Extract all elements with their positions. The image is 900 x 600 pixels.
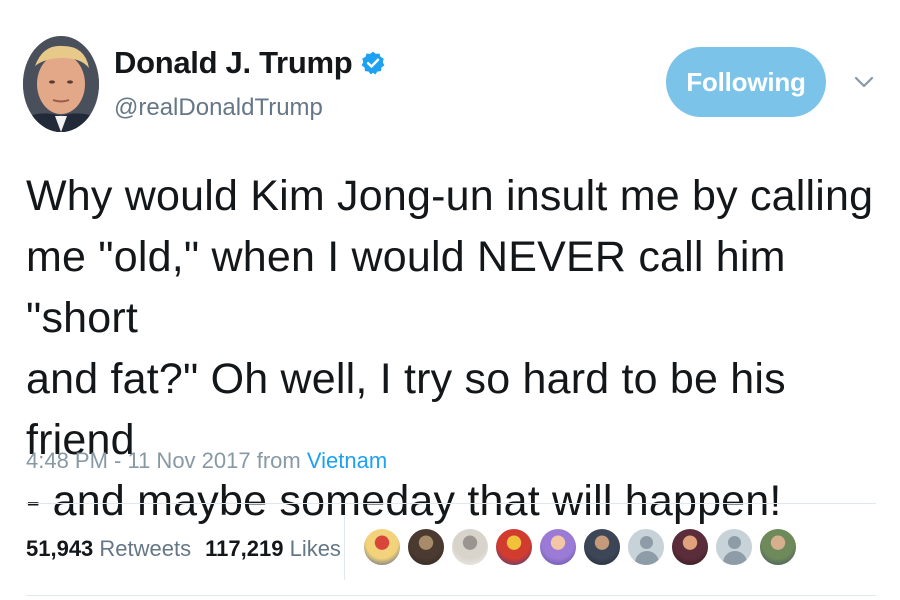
stats-separator (344, 516, 345, 580)
liker-avatar[interactable] (538, 527, 578, 567)
divider (26, 595, 876, 596)
liker-avatar[interactable] (406, 527, 446, 567)
liker-avatars (362, 527, 798, 567)
author-name[interactable]: Donald J. Trump (114, 45, 353, 81)
liker-avatar[interactable] (362, 527, 402, 567)
verified-badge-icon (360, 50, 386, 76)
retweets-stat[interactable]: 51,943 Retweets (26, 536, 191, 562)
divider (26, 503, 876, 504)
liker-avatar[interactable] (626, 527, 666, 567)
likes-stat[interactable]: 117,219 Likes (205, 536, 341, 562)
likes-label: Likes (289, 536, 341, 561)
tweet-stats: 51,943 Retweets 117,219 Likes (26, 536, 341, 562)
tweet-metadata: 4:48 PM - 11 Nov 2017 from Vietnam (26, 448, 387, 474)
retweets-label: Retweets (99, 536, 192, 561)
tweet-timestamp[interactable]: 4:48 PM - 11 Nov 2017 from (26, 448, 301, 473)
author-avatar[interactable] (23, 36, 99, 132)
liker-avatar[interactable] (494, 527, 534, 567)
avatar-portrait (23, 36, 99, 132)
liker-avatar[interactable] (450, 527, 490, 567)
likes-count: 117,219 (205, 536, 284, 561)
liker-avatar[interactable] (670, 527, 710, 567)
chevron-down-icon[interactable] (852, 72, 876, 92)
author-handle[interactable]: @realDonaldTrump (114, 94, 323, 122)
retweets-count: 51,943 (26, 536, 94, 561)
liker-avatar[interactable] (758, 527, 798, 567)
tweet-text-line: Why would Kim Jong-un insult me by calli… (26, 172, 874, 220)
tweet-text-line: me "old," when I would NEVER call him "s… (26, 233, 786, 342)
tweet-text-line: - and maybe someday that will happen! (26, 477, 782, 525)
liker-avatar[interactable] (714, 527, 754, 567)
author-name-row: Donald J. Trump (114, 45, 386, 81)
following-button[interactable]: Following (666, 47, 826, 117)
tweet-text: Why would Kim Jong-un insult me by calli… (26, 166, 886, 532)
tweet-location-link[interactable]: Vietnam (307, 448, 387, 473)
tweet-card: Donald J. Trump @realDonaldTrump Followi… (0, 0, 900, 600)
liker-avatar[interactable] (582, 527, 622, 567)
